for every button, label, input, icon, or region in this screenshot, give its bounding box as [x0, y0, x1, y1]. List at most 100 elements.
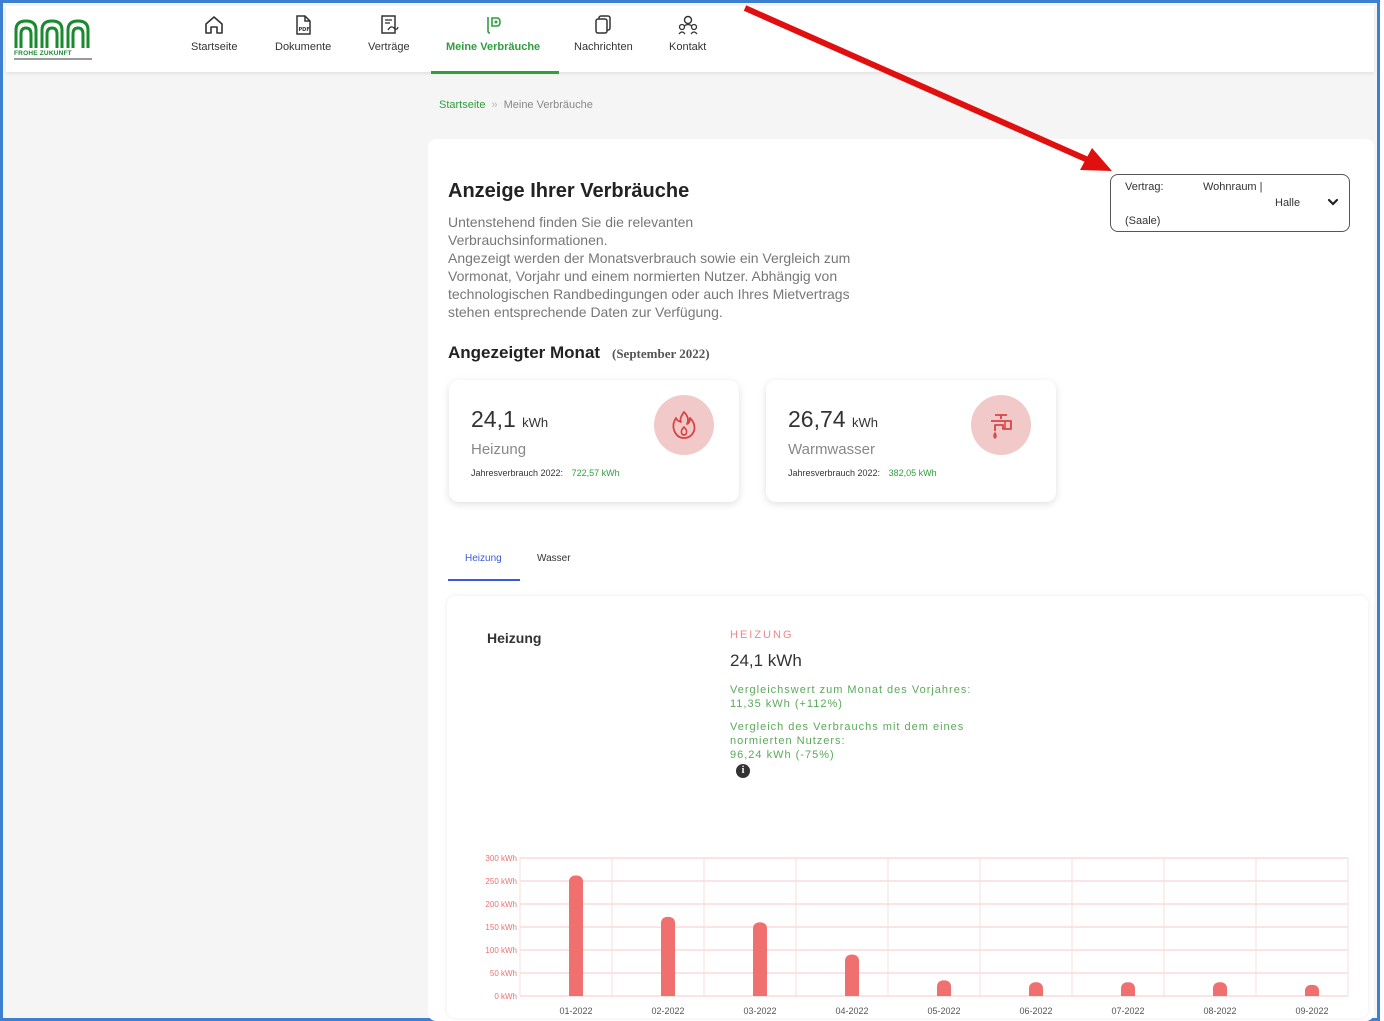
nav-nachrichten[interactable]: Nachrichten	[574, 14, 633, 53]
x-tick-label: 02-2022	[651, 1006, 684, 1016]
hot-water-label: Warmwasser	[788, 441, 875, 458]
y-tick-label: 100 kWh	[485, 946, 517, 955]
nav-kontakt[interactable]: Kontakt	[669, 14, 706, 53]
breadcrumb: Startseite » Meine Verbräuche	[439, 99, 593, 111]
normed-user-comparison: Vergleich des Verbrauchs mit dem eines n…	[730, 720, 1010, 762]
bar-base	[845, 990, 859, 996]
tab-heizung[interactable]: Heizung	[465, 553, 502, 564]
logo-underline	[14, 58, 92, 60]
heating-card: 24,1 kWh Heizung Jahresverbrauch 2022: 7…	[449, 380, 739, 502]
bar	[845, 954, 859, 996]
hot-water-yearly: Jahresverbrauch 2022: 382,05 kWh	[788, 468, 937, 478]
nav-startseite[interactable]: Startseite	[191, 14, 237, 53]
displayed-month-heading: Angezeigter Monat	[448, 343, 601, 362]
hot-water-value: 26,74 kWh	[788, 406, 878, 433]
home-icon	[205, 16, 224, 34]
flame-icon-badge	[654, 395, 714, 455]
contract-label: Vertrag:	[1125, 181, 1164, 193]
consumption-icon	[487, 17, 501, 34]
bar	[569, 875, 583, 996]
hot-water-card: 26,74 kWh Warmwasser Jahresverbrauch 202…	[766, 380, 1056, 502]
contract-select[interactable]: Vertrag: Wohnraum | Halle (Saale)	[1110, 174, 1350, 232]
active-nav-indicator	[431, 71, 559, 74]
breadcrumb-current: Meine Verbräuche	[503, 99, 593, 111]
consumption-bar-chart: 0 kWh 50 kWh 100 kWh 150 kWh 200 kWh 250 kWh 3…	[485, 854, 1349, 1016]
x-tick-label: 07-2022	[1111, 1006, 1144, 1016]
heating-amount: 24,1	[471, 406, 516, 432]
hot-water-yearly-label: Jahresverbrauch 2022:	[788, 468, 881, 478]
bar-base	[569, 990, 583, 996]
breadcrumb-separator: »	[491, 99, 498, 111]
contract-icon	[381, 15, 399, 34]
nav-label: Kontakt	[669, 41, 707, 53]
faucet-icon	[991, 414, 1012, 440]
previous-year-comparison: Vergleichswert zum Monat des Vorjahres: …	[730, 683, 1020, 711]
contact-icon	[678, 15, 698, 35]
nav-label: Startseite	[191, 41, 238, 53]
y-tick-label: 50 kWh	[490, 969, 517, 978]
nav-dokumente[interactable]: PDF Dokumente	[275, 14, 331, 53]
y-tick-label: 0 kWh	[494, 992, 517, 1001]
x-tick-label: 08-2022	[1203, 1006, 1236, 1016]
flame-icon	[672, 411, 696, 439]
section-value: 24,1 kWh	[730, 651, 802, 670]
svg-text:PDF: PDF	[299, 27, 310, 33]
heating-yearly-label: Jahresverbrauch 2022:	[471, 468, 564, 478]
x-tick-label: 03-2022	[743, 1006, 776, 1016]
company-logo[interactable]: FROHE ZUKUNFT	[14, 18, 92, 64]
active-tab-indicator	[448, 579, 520, 581]
displayed-month-value: (September 2022)	[612, 346, 710, 361]
heating-unit: kWh	[522, 415, 549, 430]
faucet-icon-badge	[971, 395, 1031, 455]
messages-icon	[595, 15, 612, 34]
pdf-document-icon: PDF	[296, 15, 311, 35]
x-tick-label: 05-2022	[927, 1006, 960, 1016]
nav-vertraege[interactable]: Verträge	[368, 14, 410, 53]
contract-value-part2: Halle	[1275, 197, 1301, 209]
logo-houses-icon	[14, 19, 90, 48]
normed-user-value: 96,24 kWh (-75%)	[730, 749, 835, 761]
info-icon[interactable]: i	[736, 764, 750, 778]
heating-yearly-value: 722,57 kWh	[571, 468, 620, 478]
bar-base	[1121, 990, 1135, 996]
section-category: HEIZUNG	[730, 629, 794, 641]
nav-meine-verbraeuche[interactable]: Meine Verbräuche	[446, 14, 540, 53]
heating-label: Heizung	[471, 441, 527, 458]
tab-wasser[interactable]: Wasser	[537, 553, 571, 564]
x-tick-label: 06-2022	[1019, 1006, 1052, 1016]
heating-yearly: Jahresverbrauch 2022: 722,57 kWh	[471, 468, 620, 478]
hot-water-unit: kWh	[851, 415, 878, 430]
bar-base	[1029, 990, 1043, 996]
top-navigation: FROHE ZUKUNFT Startseite PDF Dokumente V…	[6, 6, 1374, 74]
y-tick-label: 150 kWh	[485, 923, 517, 932]
hot-water-yearly-value: 382,05 kWh	[888, 468, 937, 478]
contract-value-part3: (Saale)	[1125, 215, 1161, 227]
x-tick-label: 01-2022	[559, 1006, 592, 1016]
normed-user-label: Vergleich des Verbrauchs mit dem eines n…	[730, 721, 965, 747]
bar-base	[661, 990, 675, 996]
x-tick-label: 09-2022	[1295, 1006, 1328, 1016]
nav-label: Nachrichten	[574, 41, 633, 53]
page-title: Anzeige Ihrer Verbräuche	[448, 180, 690, 202]
previous-year-value: 11,35 kWh (+112%)	[730, 698, 843, 710]
bar-base	[753, 990, 767, 996]
bar-base	[1305, 990, 1319, 996]
y-tick-label: 250 kWh	[485, 877, 517, 886]
heating-value: 24,1 kWh	[471, 406, 548, 433]
logo-text: FROHE ZUKUNFT	[14, 50, 72, 57]
bar	[753, 922, 767, 996]
y-tick-label: 200 kWh	[485, 900, 517, 909]
bar-base	[937, 990, 951, 996]
breadcrumb-home-link[interactable]: Startseite	[439, 99, 485, 111]
hot-water-amount: 26,74	[788, 406, 846, 432]
x-tick-label: 04-2022	[835, 1006, 868, 1016]
description-line-2: Angezeigt werden der Monatsverbrauch sow…	[448, 250, 851, 320]
bar-base	[1213, 990, 1227, 996]
page-description: Untenstehend finden Sie die relevanten V…	[448, 213, 888, 321]
contract-value-part1: Wohnraum |	[1203, 181, 1263, 193]
description-line-1: Untenstehend finden Sie die relevanten V…	[448, 214, 694, 248]
bar	[661, 916, 675, 996]
nav-label: Meine Verbräuche	[446, 41, 541, 53]
section-title: Heizung	[487, 630, 542, 646]
nav-label: Dokumente	[275, 41, 332, 53]
